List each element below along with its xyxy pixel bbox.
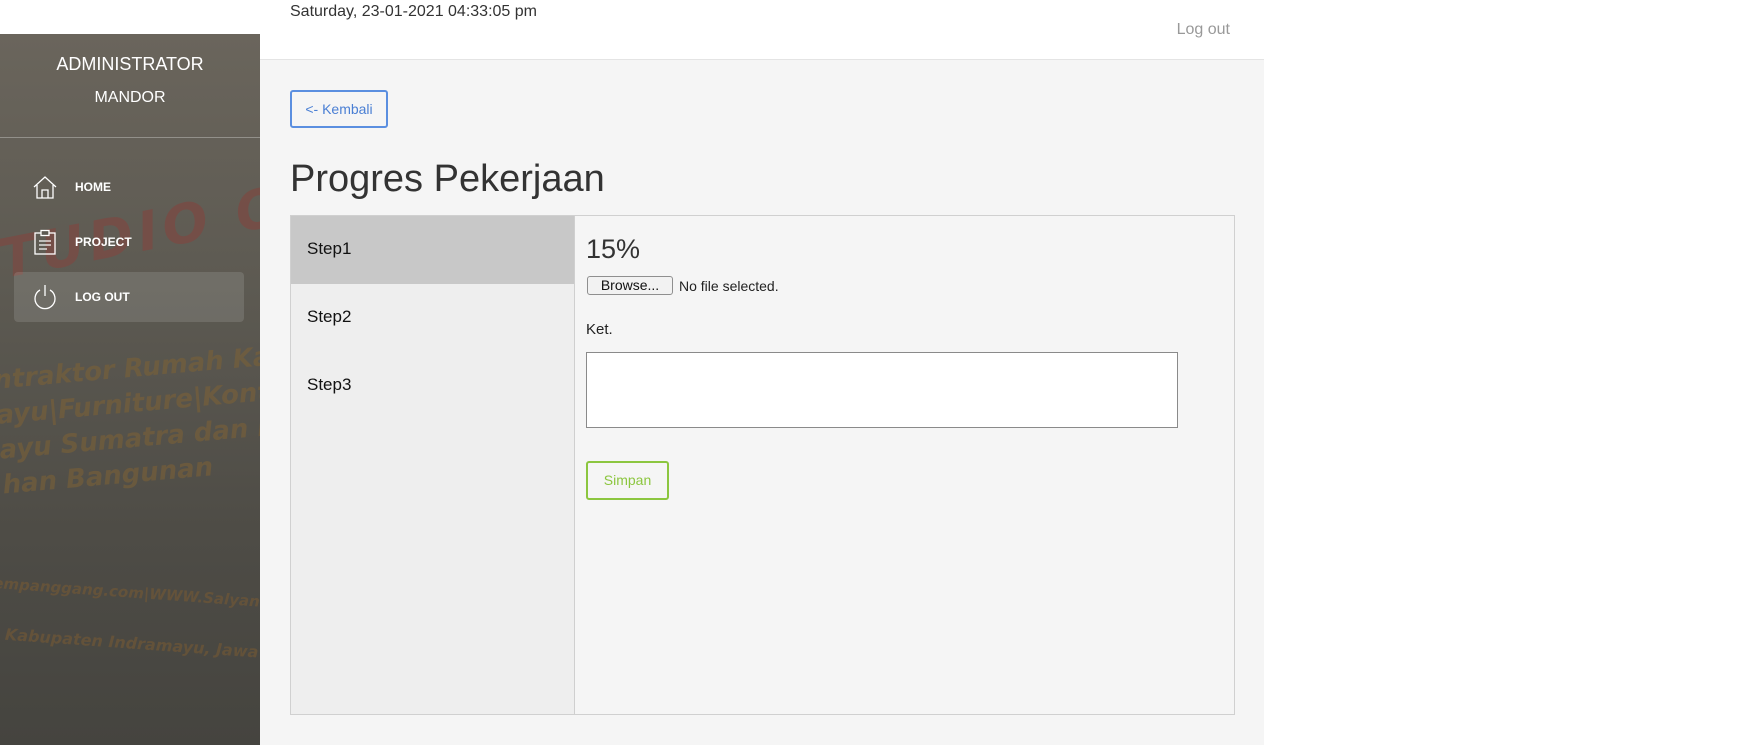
sidebar-item-logout[interactable]: LOG OUT [14,272,244,322]
sidebar-role: MANDOR [94,89,166,106]
sidebar-item-project[interactable]: PROJECT [14,217,244,267]
clipboard-icon [34,229,56,255]
top-bar: Saturday, 23-01-2021 04:33:05 pm Log out [260,0,1264,60]
ket-textarea[interactable] [586,352,1178,428]
main-content: <- Kembali Progres Pekerjaan Step1 Step2… [260,60,1264,745]
ket-label: Ket. [586,321,613,338]
progress-panel: Step1 Step2 Step3 15% Browse... No file … [290,215,1235,715]
step-list: Step1 Step2 Step3 [291,216,575,714]
browse-button[interactable]: Browse... [587,276,673,295]
sidebar-title: ADMINISTRATOR [56,54,204,74]
sidebar-item-label: PROJECT [75,235,132,249]
power-icon [34,285,56,310]
sidebar: TUDIO OPTI ntraktor Rumah Ka ayu|Furnitu… [0,34,260,745]
step-tab-2[interactable]: Step2 [291,284,574,352]
save-button[interactable]: Simpan [586,461,669,500]
page-title: Progres Pekerjaan [290,158,605,200]
datetime-display: Saturday, 23-01-2021 04:33:05 pm [290,3,537,20]
file-status: No file selected. [679,278,779,294]
sidebar-item-label: HOME [75,180,111,194]
step-content: 15% Browse... No file selected. Ket. Sim… [586,216,1234,714]
step-tab-1[interactable]: Step1 [291,216,574,284]
back-button[interactable]: <- Kembali [290,90,388,128]
watermark-text-block: ntraktor Rumah Ka ayu|Furniture|Kontruks… [0,333,260,504]
sidebar-item-label: LOG OUT [75,290,130,304]
watermark-line: , Kabupaten Indramayu, Jawa Barat [0,624,260,665]
step-tab-3[interactable]: Step3 [291,352,574,420]
sidebar-divider [0,137,260,138]
home-icon [33,176,57,199]
sidebar-item-home[interactable]: HOME [14,162,244,212]
progress-percent: 15% [586,234,641,264]
watermark-line: empanggang.com|WWW.Salyan-Kontr [0,574,260,615]
logout-link[interactable]: Log out [1177,21,1230,39]
